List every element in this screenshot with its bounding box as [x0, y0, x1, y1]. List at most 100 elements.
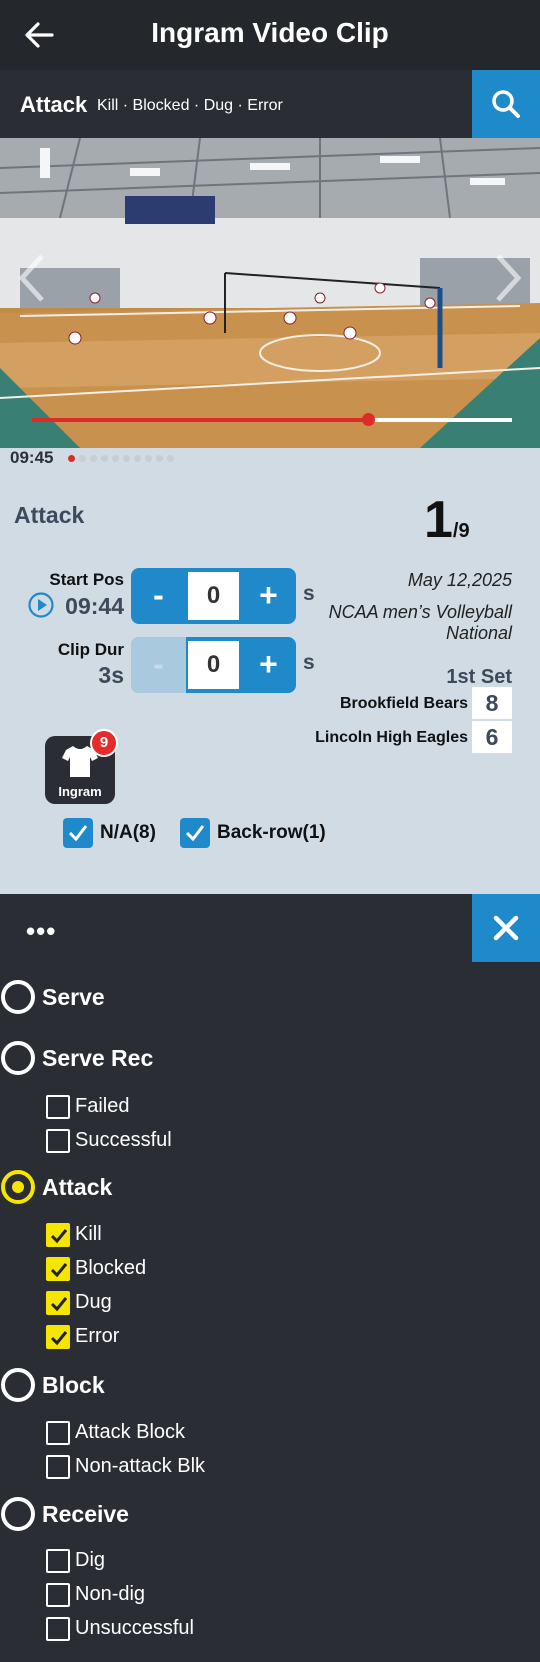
team-away-score: 6: [472, 721, 512, 753]
checkbox-dug-label: Dug: [75, 1291, 112, 1313]
check-icon: [50, 1331, 68, 1346]
checkbox-failed[interactable]: [46, 1095, 70, 1119]
app-header: Ingram Video Clip: [0, 0, 540, 70]
pagination-dot[interactable]: [167, 455, 174, 462]
clip-current: 1: [424, 491, 453, 549]
checkbox-kill[interactable]: [46, 1223, 70, 1247]
checkbox-dig[interactable]: [46, 1549, 70, 1573]
close-button[interactable]: [472, 894, 540, 962]
checkbox-error[interactable]: [46, 1325, 70, 1349]
pagination-dot[interactable]: [156, 455, 163, 462]
play-icon[interactable]: [28, 592, 54, 618]
check-icon: [50, 1297, 68, 1312]
close-icon: [493, 915, 519, 941]
radio-attack[interactable]: [1, 1170, 35, 1204]
page-title: Ingram Video Clip: [151, 17, 389, 48]
active-subtypes: Kill · Blocked · Dug · Error: [97, 97, 283, 114]
start-pos-minus-button[interactable]: -: [131, 568, 186, 624]
checkbox-dug[interactable]: [46, 1291, 70, 1315]
na-checkbox[interactable]: [63, 818, 93, 848]
radio-serve[interactable]: [1, 980, 35, 1014]
na-checkbox-label: N/A(8): [100, 822, 156, 843]
check-icon: [185, 825, 205, 842]
checkbox-kill-label: Kill: [75, 1223, 102, 1245]
progress-handle[interactable]: [362, 413, 375, 426]
pagination-dot[interactable]: [145, 455, 152, 462]
next-clip-chevron-icon[interactable]: [488, 248, 528, 308]
checkbox-attack-block[interactable]: [46, 1421, 70, 1445]
checkbox-failed-label: Failed: [75, 1095, 130, 1117]
clip-dur-stepper: - 0 +: [131, 637, 296, 693]
checkbox-successful[interactable]: [46, 1129, 70, 1153]
time-bar: 09:45: [0, 448, 540, 470]
start-pos-value: 09:44: [65, 593, 124, 619]
checkbox-non-dig-label: Non-dig: [75, 1583, 146, 1605]
clip-dur-unit: s: [303, 651, 315, 674]
check-icon: [68, 825, 88, 842]
check-icon: [50, 1263, 68, 1278]
start-pos-offset[interactable]: 0: [186, 570, 241, 622]
radio-block[interactable]: [1, 1368, 35, 1402]
checkbox-blocked-label: Blocked: [75, 1257, 147, 1279]
checkbox-blocked[interactable]: [46, 1257, 70, 1281]
video-player[interactable]: [0, 138, 540, 448]
clip-dur-minus-button[interactable]: -: [131, 637, 186, 693]
back-row-checkbox[interactable]: [180, 818, 210, 848]
current-time: 09:45: [10, 448, 54, 467]
search-icon: [492, 90, 520, 118]
pagination-dot[interactable]: [134, 455, 141, 462]
pagination-dot[interactable]: [90, 455, 97, 462]
checkbox-successful-label: Successful: [75, 1129, 172, 1151]
team-home-score: 8: [472, 687, 512, 719]
gym-scene-image: [0, 138, 540, 448]
checkbox-non-attack-blk[interactable]: [46, 1455, 70, 1479]
set-label: 1st Set: [446, 666, 512, 688]
clip-dur-plus-button[interactable]: +: [241, 637, 296, 693]
pagination-dot[interactable]: [101, 455, 108, 462]
checkbox-unsuccessful-label: Unsuccessful: [75, 1617, 194, 1639]
clip-info-panel: Attack 1/9 Start Pos 09:44 - 0 + s Clip …: [0, 470, 540, 894]
active-category: Attack: [20, 92, 88, 117]
checkbox-error-label: Error: [75, 1325, 120, 1347]
radio-serve-rec-label: Serve Rec: [42, 1045, 154, 1071]
back-row-checkbox-label: Back-row(1): [217, 822, 326, 843]
start-pos-stepper: - 0 +: [131, 568, 296, 624]
radio-receive[interactable]: [1, 1497, 35, 1531]
player-clip-count-badge: 9: [90, 729, 118, 757]
radio-attack-label: Attack: [42, 1174, 113, 1200]
active-filter-bar: Attack Kill · Blocked · Dug · Error: [0, 70, 540, 138]
pagination-dot[interactable]: [79, 455, 86, 462]
previous-clip-chevron-icon[interactable]: [12, 248, 52, 308]
clip-counter: 1/9: [424, 490, 470, 550]
check-icon: [50, 1229, 68, 1244]
team-home-name: Brookfield Bears: [339, 695, 468, 712]
filter-sheet: ••• Serve Serve Rec Failed Successful At…: [0, 894, 540, 1662]
player-name: Ingram: [58, 784, 102, 799]
clip-category: Attack: [14, 502, 85, 528]
progress-fill: [32, 418, 368, 422]
clip-dur-offset[interactable]: 0: [186, 639, 241, 691]
search-button[interactable]: [472, 70, 540, 138]
clip-dur-label: Clip Dur: [57, 640, 124, 659]
radio-receive-label: Receive: [42, 1501, 129, 1527]
radio-serve-label: Serve: [42, 984, 105, 1010]
clip-pagination-dots: [68, 455, 174, 462]
clip-total: /9: [452, 520, 470, 542]
team-away-name: Lincoln High Eagles: [315, 729, 468, 746]
pagination-dot[interactable]: [112, 455, 119, 462]
checkbox-non-attack-blk-label: Non-attack Blk: [75, 1455, 206, 1477]
pagination-dot[interactable]: [123, 455, 130, 462]
start-pos-label: Start Pos: [49, 570, 124, 589]
radio-block-label: Block: [42, 1372, 105, 1398]
match-date: May 12,2025: [407, 570, 512, 590]
checkbox-non-dig[interactable]: [46, 1583, 70, 1607]
checkbox-dig-label: Dig: [75, 1549, 106, 1571]
clip-dur-value: 3s: [98, 662, 124, 688]
start-pos-plus-button[interactable]: +: [241, 568, 296, 624]
match-league: NCAA men’s Volleyball National: [328, 602, 512, 643]
checkbox-attack-block-label: Attack Block: [75, 1421, 186, 1443]
checkbox-unsuccessful[interactable]: [46, 1617, 70, 1641]
pagination-dot[interactable]: [68, 455, 75, 462]
more-options-button[interactable]: •••: [26, 916, 56, 947]
radio-serve-rec[interactable]: [1, 1041, 35, 1075]
